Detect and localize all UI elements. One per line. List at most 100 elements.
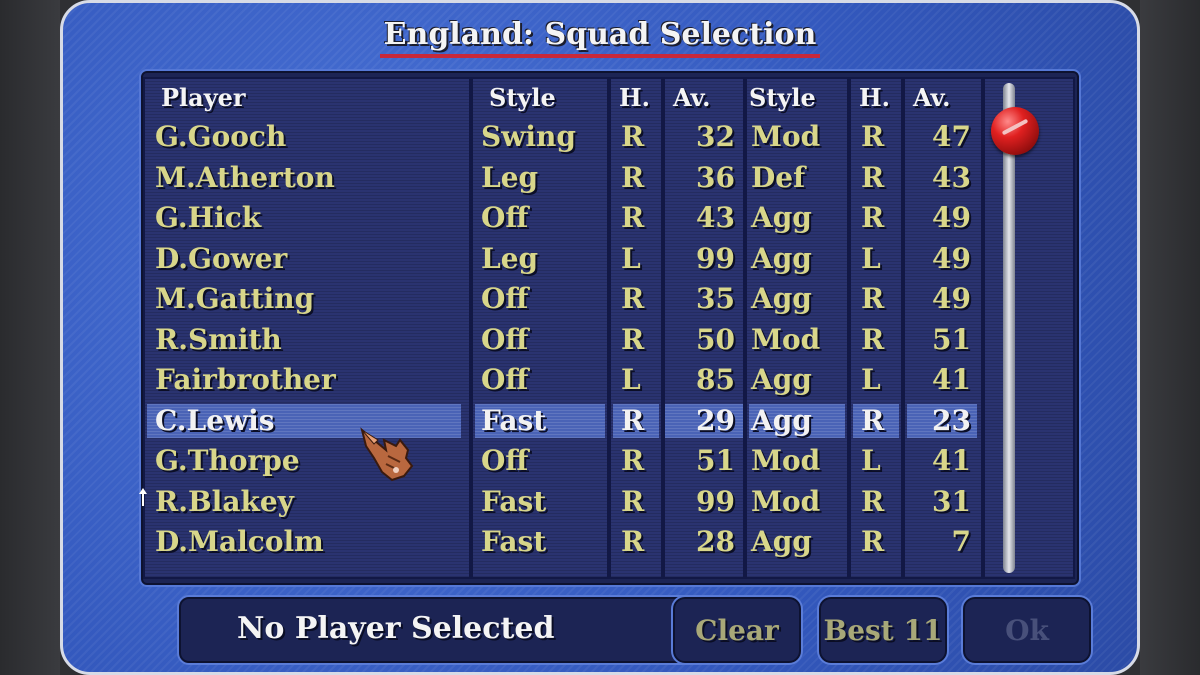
cell-bat-av: 29 <box>696 403 735 437</box>
cell-bowl-style: Mod <box>751 120 821 153</box>
header-player[interactable]: Player <box>161 81 246 115</box>
cell-player: G.Gooch <box>155 120 287 153</box>
cell-bowl-style: Agg <box>751 241 812 275</box>
cell-bat-hand: R <box>621 322 645 356</box>
cell-player: M.Atherton <box>155 160 335 194</box>
cell-bowl-av: 49 <box>932 282 971 315</box>
cell-bat-style: Fast <box>481 525 547 558</box>
scrollbar-track[interactable] <box>1003 83 1015 573</box>
cell-bowl-hand: R <box>861 282 885 315</box>
cell-bowl-hand: R <box>861 484 885 518</box>
cell-bowl-hand: L <box>861 241 881 275</box>
cell-bat-av: 35 <box>696 282 735 315</box>
letterbox-left <box>0 0 60 675</box>
cell-bowl-hand: R <box>861 120 885 153</box>
cell-bowl-av: 31 <box>932 484 971 518</box>
header-bat-av[interactable]: Av. <box>673 81 711 115</box>
cell-bowl-style: Def <box>751 160 806 194</box>
cell-bat-hand: R <box>621 160 645 194</box>
red-ball-icon[interactable] <box>991 107 1039 155</box>
cell-bowl-hand: R <box>861 160 885 194</box>
cell-bowl-hand: L <box>861 444 881 477</box>
cell-bowl-style: Agg <box>751 282 812 315</box>
cell-bat-hand: R <box>621 444 645 477</box>
cell-bat-style: Off <box>481 282 529 315</box>
cell-bat-hand: R <box>621 403 645 437</box>
cell-bowl-hand: R <box>861 322 885 356</box>
cell-bowl-style: Mod <box>751 444 821 477</box>
cell-bat-style: Off <box>481 201 529 234</box>
cell-bat-av: 36 <box>696 160 735 194</box>
cell-bat-av: 43 <box>696 201 735 234</box>
cell-player: M.Gatting <box>155 282 315 315</box>
cell-bowl-style: Agg <box>751 403 812 437</box>
cell-bat-hand: L <box>621 241 641 275</box>
status-bar: No Player Selected <box>179 597 715 663</box>
cell-bowl-av: 7 <box>951 525 971 558</box>
cell-bowl-av: 41 <box>932 363 971 396</box>
cell-bowl-av: 49 <box>932 241 971 275</box>
scroll-column <box>983 77 1075 579</box>
clear-button-label: Clear <box>695 613 779 647</box>
cell-bat-av: 99 <box>696 484 735 518</box>
cell-bat-hand: R <box>621 282 645 315</box>
ok-button[interactable]: Ok <box>963 597 1091 663</box>
cell-bat-style: Fast <box>481 403 547 437</box>
cell-player: R.Blakey <box>155 484 294 518</box>
cell-bowl-style: Agg <box>751 363 812 396</box>
cell-bowl-av: 41 <box>932 444 971 477</box>
cell-bowl-av: 49 <box>932 201 971 234</box>
hand-pointer-icon <box>360 427 414 482</box>
cell-bat-style: Swing <box>481 120 576 153</box>
best-11-button[interactable]: Best 11 <box>819 597 947 663</box>
header-bat-hand[interactable]: H. <box>619 81 650 115</box>
cell-bowl-hand: L <box>861 363 881 396</box>
cell-bowl-hand: R <box>861 201 885 234</box>
cell-bowl-style: Mod <box>751 322 821 356</box>
letterbox-right <box>1140 0 1200 675</box>
clear-button[interactable]: Clear <box>673 597 801 663</box>
cell-bat-av: 50 <box>696 322 735 356</box>
cell-bowl-av: 51 <box>932 322 971 356</box>
cell-bat-hand: R <box>621 120 645 153</box>
cell-bat-hand: R <box>621 525 645 558</box>
cell-bat-hand: R <box>621 484 645 518</box>
cell-player: R.Smith <box>155 322 282 356</box>
cell-bowl-style: Mod <box>751 484 821 518</box>
cell-bat-av: 99 <box>696 241 735 275</box>
best-11-button-label: Best 11 <box>823 613 943 647</box>
cell-bowl-hand: R <box>861 525 885 558</box>
cell-bat-av: 28 <box>696 525 735 558</box>
header-bowl-hand[interactable]: H. <box>859 81 890 115</box>
cell-bowl-av: 47 <box>932 120 971 153</box>
cell-bat-hand: L <box>621 363 641 396</box>
cell-bat-av: 51 <box>696 444 735 477</box>
squad-table: Player Style H. Av. Style H. Av. G.Gooch… <box>141 71 1079 585</box>
cell-bowl-style: Agg <box>751 525 812 558</box>
header-bowl-style[interactable]: Style <box>749 81 816 115</box>
cell-bat-av: 85 <box>696 363 735 396</box>
cell-player: D.Gower <box>155 241 288 275</box>
cell-bowl-av: 23 <box>932 403 971 437</box>
cell-bat-style: Fast <box>481 484 547 518</box>
status-text: No Player Selected <box>237 611 555 646</box>
squad-selection-window: SQUAD CRICKET England: Squad Selection P… <box>60 0 1140 675</box>
cell-bat-hand: R <box>621 201 645 234</box>
cell-bat-style: Leg <box>481 241 539 275</box>
cell-player: D.Malcolm <box>155 525 324 558</box>
cell-bat-style: Off <box>481 322 529 356</box>
cell-bowl-style: Agg <box>751 201 812 234</box>
cell-bat-av: 32 <box>696 120 735 153</box>
cell-bowl-av: 43 <box>932 160 971 194</box>
cell-bat-style: Off <box>481 363 529 396</box>
cell-bowl-hand: R <box>861 403 885 437</box>
ok-button-label: Ok <box>1005 613 1049 647</box>
header-bat-style[interactable]: Style <box>489 81 556 115</box>
cell-bat-style: Leg <box>481 160 539 194</box>
header-bowl-av[interactable]: Av. <box>913 81 951 115</box>
cell-player: G.Hick <box>155 201 262 234</box>
cell-player: Fairbrother <box>155 363 336 396</box>
arrow-cursor-icon <box>139 488 147 506</box>
page-title: England: Squad Selection <box>63 17 1137 58</box>
cell-bat-style: Off <box>481 444 529 477</box>
